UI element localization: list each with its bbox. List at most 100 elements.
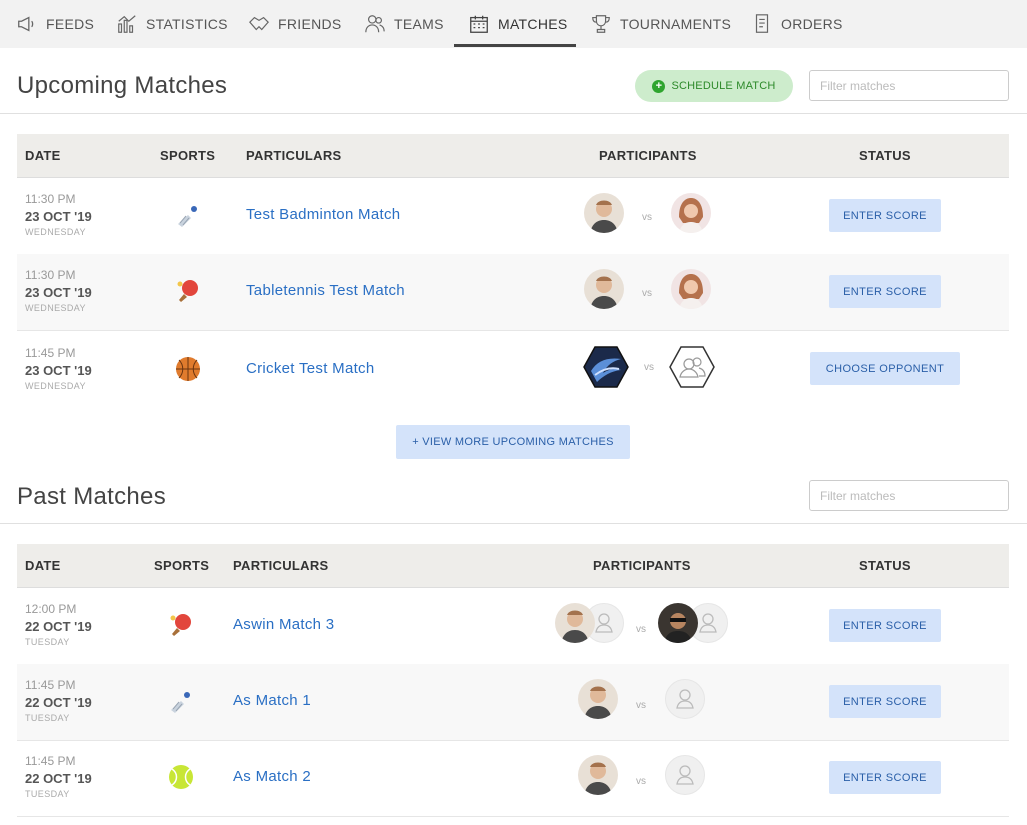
col-participants: PARTICIPANTS bbox=[599, 148, 697, 163]
enter-score-button[interactable]: ENTER SCORE bbox=[829, 685, 941, 718]
match-date: 11:30 PM 23 OCT '19 WEDNESDAY bbox=[25, 268, 92, 313]
avatar-placeholder[interactable] bbox=[665, 679, 705, 719]
match-weekday: TUESDAY bbox=[25, 637, 70, 647]
badminton-icon bbox=[178, 206, 197, 227]
avatar[interactable] bbox=[555, 603, 595, 643]
match-date: 11:45 PM 22 OCT '19 TUESDAY bbox=[25, 754, 92, 799]
plus-icon: + bbox=[652, 79, 666, 93]
avatar[interactable] bbox=[658, 603, 698, 643]
match-link[interactable]: As Match 1 bbox=[233, 692, 311, 709]
team-placeholder-icon[interactable] bbox=[669, 345, 715, 389]
nav-item-tournaments[interactable]: TOURNAMENTS bbox=[590, 0, 731, 48]
tennis-ball-icon bbox=[169, 765, 193, 789]
match-time: 12:00 PM bbox=[25, 602, 77, 616]
nav-label: FEEDS bbox=[46, 16, 95, 32]
match-day: 22 OCT '19 bbox=[25, 619, 92, 634]
nav-label: MATCHES bbox=[498, 16, 568, 32]
match-time: 11:45 PM bbox=[25, 754, 76, 768]
calendar-icon bbox=[470, 15, 488, 33]
match-date: 11:30 PM 23 OCT '19 WEDNESDAY bbox=[25, 192, 92, 237]
vs-label: vs bbox=[644, 362, 654, 373]
table-row: 11:45 PM 22 OCT '19 TUESDAY As Match 1 v… bbox=[17, 664, 1009, 741]
past-filter-input[interactable] bbox=[809, 480, 1009, 511]
match-time: 11:45 PM bbox=[25, 678, 76, 692]
avatar[interactable] bbox=[671, 193, 711, 233]
avatar[interactable] bbox=[584, 269, 624, 309]
nav-label: TEAMS bbox=[394, 16, 444, 32]
nav-item-friends[interactable]: FRIENDS bbox=[248, 0, 342, 48]
enter-score-button[interactable]: ENTER SCORE bbox=[829, 275, 941, 308]
vs-label: vs bbox=[636, 776, 646, 787]
past-title: Past Matches bbox=[17, 483, 166, 510]
match-date: 11:45 PM 23 OCT '19 WEDNESDAY bbox=[25, 346, 92, 391]
enter-score-button[interactable]: ENTER SCORE bbox=[829, 609, 941, 642]
nav-item-orders[interactable]: ORDERS bbox=[751, 0, 843, 48]
table-row: 11:30 PM 23 OCT '19 WEDNESDAY Tabletenni… bbox=[17, 254, 1009, 331]
col-participants: PARTICIPANTS bbox=[593, 558, 691, 573]
nav-item-teams[interactable]: TEAMS bbox=[364, 0, 444, 48]
match-link[interactable]: Aswin Match 3 bbox=[233, 616, 334, 633]
view-more-upcoming-button[interactable]: + VIEW MORE UPCOMING MATCHES bbox=[396, 425, 630, 459]
col-particulars: PARTICULARS bbox=[246, 148, 342, 163]
match-link[interactable]: Tabletennis Test Match bbox=[246, 282, 405, 299]
table-row: 11:45 PM 22 OCT '19 TUESDAY As Match 2 v… bbox=[17, 740, 1009, 817]
upcoming-filter-input[interactable] bbox=[809, 70, 1009, 101]
chart-icon bbox=[118, 15, 136, 33]
match-day: 22 OCT '19 bbox=[25, 695, 92, 710]
match-time: 11:30 PM bbox=[25, 192, 76, 206]
nav-item-matches[interactable]: MATCHES bbox=[468, 0, 568, 48]
match-link[interactable]: Test Badminton Match bbox=[246, 206, 400, 223]
col-sports: SPORTS bbox=[154, 558, 210, 573]
nav-item-feeds[interactable]: FEEDS bbox=[16, 0, 94, 48]
upcoming-title: Upcoming Matches bbox=[17, 72, 228, 99]
match-link[interactable]: Cricket Test Match bbox=[246, 360, 375, 377]
receipt-icon bbox=[755, 14, 769, 33]
col-status: STATUS bbox=[859, 148, 911, 163]
avatar-placeholder[interactable] bbox=[665, 755, 705, 795]
active-tab-indicator bbox=[454, 44, 576, 47]
choose-opponent-button[interactable]: CHOOSE OPPONENT bbox=[810, 352, 960, 385]
team-logo-icon[interactable] bbox=[583, 345, 629, 389]
basketball-icon bbox=[176, 357, 200, 381]
avatar[interactable] bbox=[584, 193, 624, 233]
col-status: STATUS bbox=[859, 558, 911, 573]
megaphone-icon bbox=[18, 16, 34, 32]
match-time: 11:30 PM bbox=[25, 268, 76, 282]
nav-label: STATISTICS bbox=[146, 16, 228, 32]
match-date: 11:45 PM 22 OCT '19 TUESDAY bbox=[25, 678, 92, 723]
table-tennis-icon bbox=[177, 280, 198, 302]
table-header: DATE SPORTS PARTICULARS PARTICIPANTS STA… bbox=[17, 544, 1009, 588]
match-day: 23 OCT '19 bbox=[25, 285, 92, 300]
enter-score-button[interactable]: ENTER SCORE bbox=[829, 199, 941, 232]
match-weekday: WEDNESDAY bbox=[25, 227, 86, 237]
top-nav: FEEDS STATISTICS FRIENDS TEAMS MATCHES T… bbox=[0, 0, 1027, 48]
vs-label: vs bbox=[642, 288, 652, 299]
nav-label: FRIENDS bbox=[278, 16, 342, 32]
team-icon bbox=[365, 15, 385, 33]
vs-label: vs bbox=[642, 212, 652, 223]
enter-score-button[interactable]: ENTER SCORE bbox=[829, 761, 941, 794]
schedule-match-button[interactable]: + SCHEDULE MATCH bbox=[635, 70, 793, 102]
avatar[interactable] bbox=[671, 269, 711, 309]
nav-label: ORDERS bbox=[781, 16, 843, 32]
col-date: DATE bbox=[25, 148, 61, 163]
past-table: DATE SPORTS PARTICULARS PARTICIPANTS STA… bbox=[17, 544, 1009, 825]
vs-label: vs bbox=[636, 624, 646, 635]
divider bbox=[0, 113, 1027, 114]
match-date: 12:00 PM 22 OCT '19 TUESDAY bbox=[25, 602, 92, 647]
nav-item-statistics[interactable]: STATISTICS bbox=[116, 0, 228, 48]
avatar[interactable] bbox=[578, 679, 618, 719]
table-row: 12:00 PM 22 OCT '19 TUESDAY Aswin Match … bbox=[17, 588, 1009, 665]
badminton-icon bbox=[171, 692, 190, 713]
match-day: 23 OCT '19 bbox=[25, 209, 92, 224]
schedule-label: SCHEDULE MATCH bbox=[671, 80, 776, 92]
match-time: 11:45 PM bbox=[25, 346, 76, 360]
col-sports: SPORTS bbox=[160, 148, 216, 163]
avatar[interactable] bbox=[578, 755, 618, 795]
upcoming-table: DATE SPORTS PARTICULARS PARTICIPANTS STA… bbox=[17, 134, 1009, 396]
table-row: 11:45 PM 23 OCT '19 WEDNESDAY Cricket Te… bbox=[17, 330, 1009, 406]
vs-label: vs bbox=[636, 700, 646, 711]
match-day: 23 OCT '19 bbox=[25, 363, 92, 378]
table-row: 11:30 PM 23 OCT '19 WEDNESDAY Test Badmi… bbox=[17, 178, 1009, 255]
match-link[interactable]: As Match 2 bbox=[233, 768, 311, 785]
